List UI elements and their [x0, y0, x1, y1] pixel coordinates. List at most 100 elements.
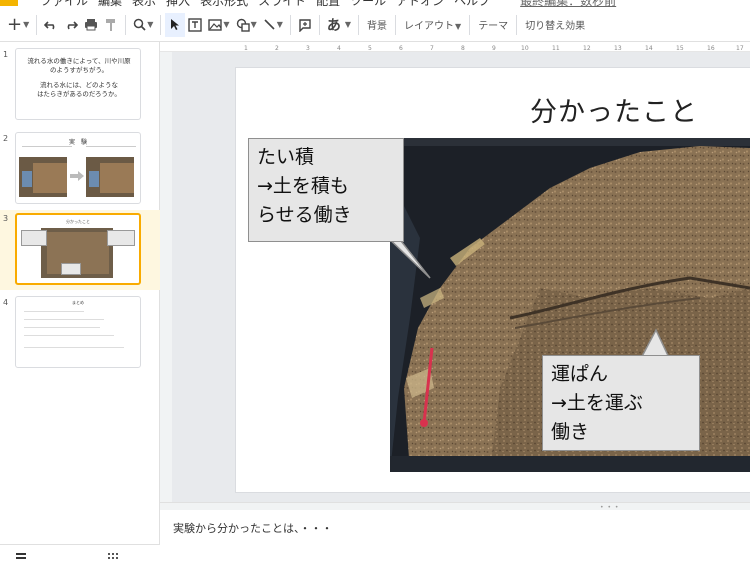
thumbnail-line: 流れる水には、どのような [40, 81, 118, 89]
chevron-down-icon: ▼ [455, 22, 462, 31]
menu-insert[interactable]: 挿入 [166, 0, 190, 8]
horizontal-ruler: 1 2 3 4 5 6 7 8 9 10 11 12 13 14 15 16 1… [160, 42, 750, 52]
menu-view[interactable]: 表示 [132, 0, 156, 8]
plus-icon: + [7, 14, 23, 35]
background-button[interactable]: 背景 [363, 17, 391, 32]
line-button[interactable]: ▼ [260, 13, 286, 37]
speaker-notes[interactable]: 実験から分かったことは、・・・ [160, 510, 750, 562]
list-view-icon[interactable] [16, 553, 26, 561]
menu-format[interactable]: 表示形式 [200, 0, 248, 8]
slides-logo-icon[interactable] [0, 0, 18, 6]
thumbnail-title: まとめ [72, 300, 84, 305]
menu-slide[interactable]: スライド [258, 0, 306, 8]
menu-items: ファイル 編集 表示 挿入 表示形式 スライド 配置 ツール アドオン ヘルプ … [40, 0, 616, 8]
menu-tools[interactable]: ツール [350, 0, 386, 8]
redo-button[interactable] [61, 13, 81, 37]
ruler-tick: 15 [676, 45, 684, 52]
arrow-right-icon [70, 171, 84, 181]
comment-button[interactable] [295, 13, 315, 37]
shape-button[interactable]: ▼ [233, 13, 260, 37]
thumbnail-callout [107, 230, 135, 246]
chevron-down-icon: ▼ [147, 20, 154, 29]
zoom-icon [134, 18, 146, 31]
thumbnail-caption [22, 146, 72, 147]
toolbar-divider [318, 14, 320, 35]
slide-thumbnail[interactable]: 実 験 [15, 132, 141, 204]
new-slide-button[interactable]: + ▼ [4, 13, 32, 37]
speaker-notes-text[interactable]: 実験から分かったことは、・・・ [173, 520, 333, 536]
menu-file[interactable]: ファイル [40, 0, 88, 8]
menu-edit[interactable]: 編集 [98, 0, 122, 8]
last-edit-notice[interactable]: 最終編集：数秒前 [520, 0, 616, 8]
slide-thumbnail-row[interactable]: 2 実 験 [0, 130, 160, 210]
thumbnail-photo [19, 157, 67, 197]
ruler-tick: 6 [399, 45, 403, 52]
comment-icon [299, 18, 311, 32]
current-slide[interactable]: 分かったこと たい積 →土を積も らせる働き 運ぱん →土を運ぶ 働き [236, 68, 750, 492]
filmstrip-view-toggle [0, 544, 160, 562]
undo-icon [44, 20, 55, 29]
ruler-tick: 1 [244, 45, 248, 52]
insert-image-button[interactable]: ▼ [205, 13, 232, 37]
thumbnail-line [24, 327, 100, 328]
thumbnail-line [24, 319, 104, 320]
image-icon [208, 18, 223, 31]
select-tool-button[interactable] [165, 12, 186, 37]
transition-button[interactable]: 切り替え効果 [521, 17, 589, 32]
toolbar-divider [395, 14, 397, 35]
slide-number: 1 [3, 50, 9, 59]
thumbnail-line: 流れる水の働きによって、川や川原 [27, 57, 131, 65]
callout-line: 運ぱん [551, 363, 609, 385]
redo-icon [67, 20, 79, 29]
notes-splitter[interactable]: • • • [160, 502, 750, 511]
theme-button[interactable]: テーマ [474, 17, 512, 32]
menu-help[interactable]: ヘルプ [454, 0, 490, 8]
thumbnail-caption [86, 146, 136, 147]
slide-thumbnail-row[interactable]: 4 まとめ [0, 294, 160, 374]
callout-line: たい積 [257, 146, 315, 168]
slide-thumbnail[interactable]: 流れる水の働きによって、川や川原 のようすがちがう。 流れる水には、どのような … [15, 48, 141, 120]
toolbar-divider [160, 14, 162, 35]
chevron-down-icon: ▼ [276, 20, 283, 29]
menu-arrange[interactable]: 配置 [316, 0, 340, 8]
thumbnail-title: 分かったこと [66, 219, 90, 224]
paint-format-icon [106, 18, 116, 31]
slide-thumbnail[interactable]: まとめ [15, 296, 141, 368]
slide-thumbnail-row-selected[interactable]: 3 分かったこと [0, 210, 160, 290]
callout-transport[interactable]: 運ぱん →土を運ぶ 働き [542, 355, 700, 451]
toolbar: + ▼ ▼ ▼ ▼ ▼ あ ▼ 背景 レイアウト▼ テーマ 切り替え効果 [0, 8, 750, 42]
callout-line: →土を運ぶ [551, 392, 643, 414]
callout-line: →土を積も [257, 175, 349, 197]
menu-addons[interactable]: アドオン [396, 0, 444, 8]
zoom-button[interactable]: ▼ [130, 13, 156, 37]
cursor-icon [171, 19, 180, 30]
ruler-tick: 2 [275, 45, 279, 52]
toolbar-divider [358, 14, 360, 35]
layout-button[interactable]: レイアウト▼ [400, 17, 465, 32]
grid-view-icon[interactable] [108, 553, 118, 561]
thumbnail-callout [21, 230, 47, 246]
chevron-down-icon: ▼ [223, 20, 230, 29]
vertical-ruler [160, 52, 172, 502]
thumbnail-line [24, 311, 84, 312]
callout-line: 働き [551, 421, 590, 443]
thumbnail-photo [86, 157, 134, 197]
slide-thumbnail-selected[interactable]: 分かったこと [15, 213, 141, 285]
undo-button[interactable] [41, 13, 61, 37]
thumbnail-line: のようすがちがう。 [49, 66, 109, 74]
ruler-tick: 16 [707, 45, 715, 52]
slide-number: 4 [3, 298, 9, 307]
slide-thumbnail-row[interactable]: 1 流れる水の働きによって、川や川原 のようすがちがう。 流れる水には、どのよう… [0, 46, 160, 126]
menu-bar: ファイル 編集 表示 挿入 表示形式 スライド 配置 ツール アドオン ヘルプ … [0, 0, 750, 8]
toolbar-divider [289, 14, 291, 35]
print-button[interactable] [81, 13, 101, 37]
text-box-button[interactable] [185, 13, 205, 37]
layout-label: レイアウト [404, 21, 455, 32]
toolbar-divider [125, 14, 127, 35]
chevron-down-icon: ▼ [344, 20, 352, 29]
text-style-button[interactable]: あ ▼ [324, 13, 354, 37]
callout-deposition[interactable]: たい積 →土を積も らせる働き [248, 138, 404, 242]
paint-format-button[interactable] [101, 13, 121, 37]
callout-line: らせる働き [257, 204, 352, 226]
slide-title[interactable]: 分かったこと [530, 90, 698, 129]
